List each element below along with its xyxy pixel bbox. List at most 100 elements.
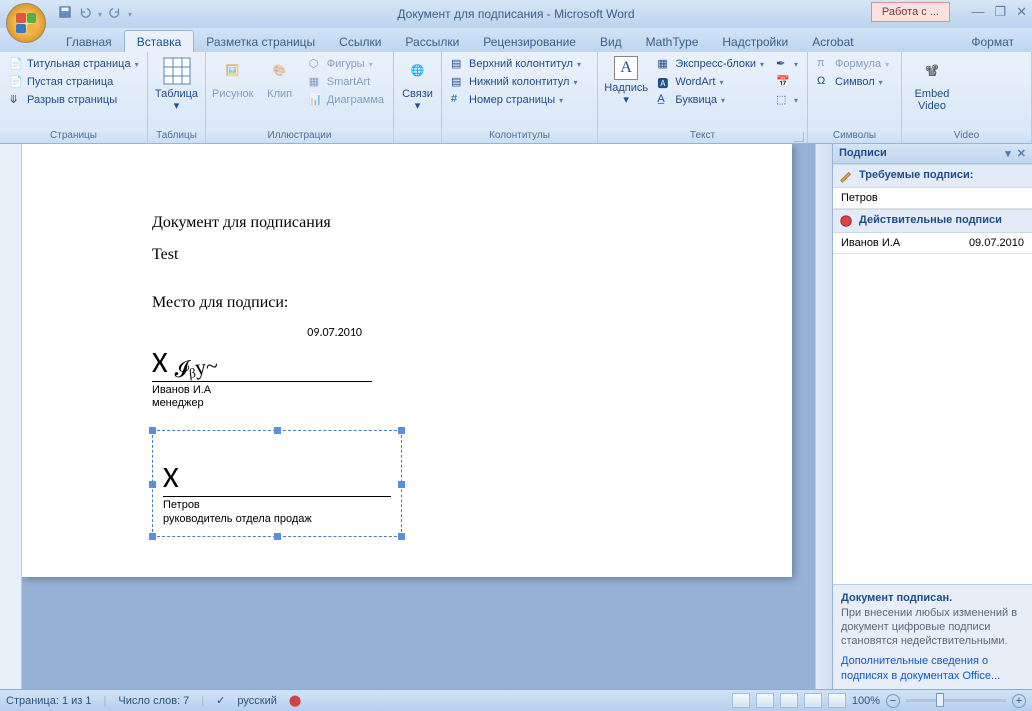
text-dialog-launcher[interactable] <box>794 132 804 142</box>
symbol-button[interactable]: ΩСимвол▾ <box>814 74 892 90</box>
picture-button[interactable]: 🖼️Рисунок <box>212 56 254 100</box>
object-button[interactable]: ⬚▾ <box>773 92 801 108</box>
valid-item-name: Иванов И.А <box>841 237 900 249</box>
dropcap-button[interactable]: A̲Буквица▾ <box>654 92 767 108</box>
sig-help-link[interactable]: Дополнительные сведения о подписях в док… <box>841 655 1000 681</box>
textbox-button[interactable]: AНадпись▾ <box>604 56 648 106</box>
resize-handle[interactable] <box>274 427 281 434</box>
close-button[interactable]: ✕ <box>1016 4 1027 20</box>
view-outline[interactable] <box>804 693 822 708</box>
group-links <box>394 129 441 143</box>
sigline-button[interactable]: ✒▾ <box>773 56 801 72</box>
pane-close-icon[interactable]: ✕ <box>1017 147 1026 160</box>
sig1-name: Иванов И.А <box>152 384 372 397</box>
view-draft[interactable] <box>828 693 846 708</box>
clipart-button[interactable]: 🎨Клип <box>260 56 300 100</box>
contextual-tab[interactable]: Работа с ... <box>871 2 950 22</box>
header-label: Верхний колонтитул <box>469 58 573 70</box>
minimize-button[interactable]: — <box>971 4 984 20</box>
pane-menu-icon[interactable]: ▾ <box>1005 147 1011 160</box>
zoom-thumb[interactable] <box>936 693 944 707</box>
picture-label: Рисунок <box>212 88 254 100</box>
view-fullscreen[interactable] <box>756 693 774 708</box>
tab-mathtype[interactable]: MathType <box>634 31 711 52</box>
sig1-signature-icon: 𝓘ᵦу~ <box>172 353 218 383</box>
sig1-date: 09.07.2010 <box>152 326 362 340</box>
valid-sig-item[interactable]: Иванов И.А 09.07.2010 <box>833 233 1032 254</box>
doc-text[interactable]: Test <box>152 246 662 264</box>
doc-sig-prompt[interactable]: Место для подписи: <box>152 294 662 312</box>
pane-title: Подписи <box>839 147 887 160</box>
page-number-button[interactable]: #Номер страницы▾ <box>448 92 584 108</box>
vertical-ruler[interactable] <box>0 144 22 689</box>
tab-insert[interactable]: Вставка <box>124 30 195 52</box>
resize-handle[interactable] <box>149 533 156 540</box>
tab-format[interactable]: Формат <box>959 31 1026 52</box>
zoom-out-button[interactable]: − <box>886 694 900 708</box>
links-label: Связи <box>402 88 433 100</box>
blank-page-button[interactable]: 📄Пустая страница <box>6 74 142 90</box>
cover-page-label: Титульная страница <box>27 58 131 70</box>
resize-handle[interactable] <box>149 427 156 434</box>
signed-status: Документ подписан. <box>841 591 1024 605</box>
symbol-label: Символ <box>835 76 875 88</box>
quickparts-button[interactable]: ▦Экспресс-блоки▾ <box>654 56 767 72</box>
document-area[interactable]: Документ для подписания Test Место для п… <box>22 144 815 689</box>
restore-button[interactable]: ❐ <box>994 4 1006 20</box>
footer-button[interactable]: ▤Нижний колонтитул▾ <box>448 74 584 90</box>
tab-home[interactable]: Главная <box>54 31 124 52</box>
req-item-name: Петров <box>841 192 878 204</box>
tab-mailings[interactable]: Рассылки <box>393 31 471 52</box>
smartart-button[interactable]: ▦SmartArt <box>306 74 387 90</box>
table-button[interactable]: Таблица▾ <box>154 56 199 112</box>
dropcap-label: Буквица <box>675 94 717 106</box>
office-button[interactable] <box>6 3 46 43</box>
resize-handle[interactable] <box>274 533 281 540</box>
embed-video-button[interactable]: 📽️Embed Video <box>908 56 956 112</box>
signatures-pane: Подписи ▾ ✕ Требуемые подписи: Петров Дей… <box>832 144 1032 689</box>
zoom-level[interactable]: 100% <box>852 695 880 707</box>
smartart-label: SmartArt <box>327 76 370 88</box>
status-proofing-icon[interactable]: ✓ <box>216 694 225 707</box>
tab-acrobat[interactable]: Acrobat <box>800 31 865 52</box>
status-record-icon[interactable]: ⬤ <box>289 694 301 707</box>
tab-layout[interactable]: Разметка страницы <box>194 31 327 52</box>
header-button[interactable]: ▤Верхний колонтитул▾ <box>448 56 584 72</box>
embed-video-label: Embed Video <box>908 88 956 112</box>
signature-block-1[interactable]: 09.07.2010 X 𝓘ᵦу~ Иванов И.А менеджер <box>152 326 372 410</box>
shapes-button[interactable]: ⬡Фигуры▾ <box>306 56 387 72</box>
status-page[interactable]: Страница: 1 из 1 <box>6 695 92 707</box>
resize-handle[interactable] <box>149 481 156 488</box>
page[interactable]: Документ для подписания Test Место для п… <box>22 144 792 577</box>
tab-references[interactable]: Ссылки <box>327 31 393 52</box>
zoom-in-button[interactable]: + <box>1012 694 1026 708</box>
chart-button[interactable]: 📊Диаграмма <box>306 92 387 108</box>
zoom-slider[interactable] <box>906 699 1006 702</box>
datetime-button[interactable]: 📅 <box>773 74 801 90</box>
wordart-button[interactable]: 🅰WordArt▾ <box>654 74 767 90</box>
wordart-label: WordArt <box>675 76 715 88</box>
required-sig-item[interactable]: Петров <box>833 188 1032 209</box>
tab-addins[interactable]: Надстройки <box>710 31 800 52</box>
signature-block-2-selected[interactable]: X Петров руководитель отдела продаж <box>152 430 402 536</box>
view-print-layout[interactable] <box>732 693 750 708</box>
links-button[interactable]: 🌐Связи▾ <box>400 56 435 112</box>
required-sigs-label: Требуемые подписи: <box>859 169 973 183</box>
status-language[interactable]: русский <box>237 695 276 707</box>
status-words[interactable]: Число слов: 7 <box>118 695 189 707</box>
blank-page-label: Пустая страница <box>27 76 113 88</box>
valid-sigs-label: Действительные подписи <box>859 214 1002 228</box>
tab-view[interactable]: Вид <box>588 31 634 52</box>
tab-review[interactable]: Рецензирование <box>471 31 588 52</box>
resize-handle[interactable] <box>398 427 405 434</box>
doc-heading[interactable]: Документ для подписания <box>152 214 662 232</box>
valid-item-date: 09.07.2010 <box>969 237 1024 249</box>
cover-page-button[interactable]: 📄Титульная страница▾ <box>6 56 142 72</box>
vertical-scrollbar[interactable] <box>815 144 832 689</box>
page-break-button[interactable]: ⤋Разрыв страницы <box>6 92 142 108</box>
view-web[interactable] <box>780 693 798 708</box>
equation-button[interactable]: πФормула▾ <box>814 56 892 72</box>
group-video: Video <box>902 129 1031 143</box>
resize-handle[interactable] <box>398 533 405 540</box>
resize-handle[interactable] <box>398 481 405 488</box>
